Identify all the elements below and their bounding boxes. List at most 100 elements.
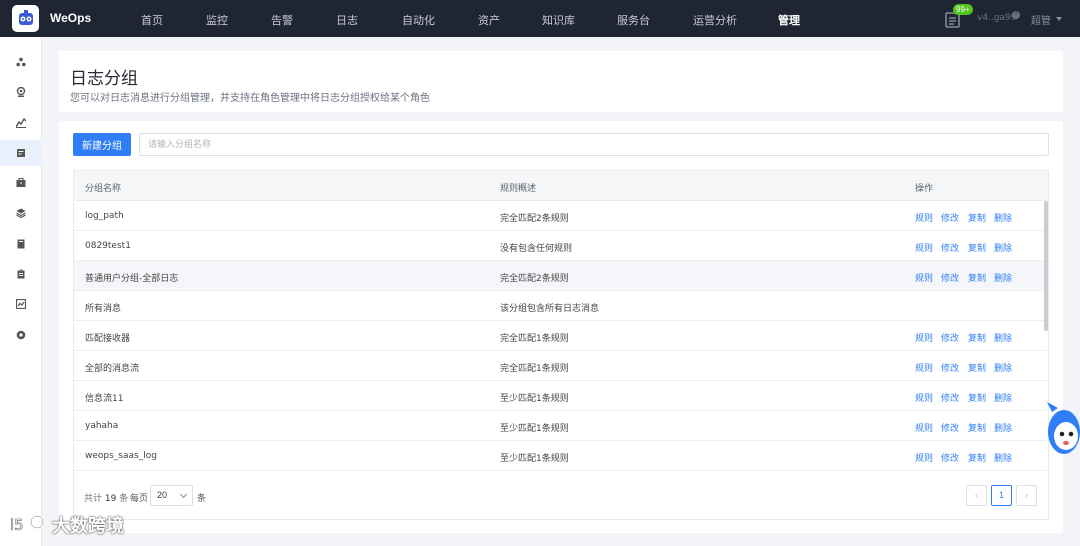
copy-link[interactable]: 复制 xyxy=(968,331,986,344)
nav-analytics[interactable]: 运营分析 xyxy=(693,12,737,28)
edit-link[interactable]: 修改 xyxy=(941,421,959,434)
sidebar-item-box[interactable] xyxy=(0,170,42,196)
edit-link[interactable]: 修改 xyxy=(941,241,959,254)
sidebar-item-settings[interactable] xyxy=(0,322,42,348)
table-row[interactable]: 匹配接收器 完全匹配1条规则 规则 修改 复制 删除 xyxy=(74,321,1046,351)
copy-link[interactable]: 复制 xyxy=(968,211,986,224)
table-scrollbar[interactable] xyxy=(1044,201,1048,331)
edit-link[interactable]: 修改 xyxy=(941,271,959,284)
sidebar-item-monitor[interactable] xyxy=(0,79,42,105)
copy-link[interactable]: 复制 xyxy=(968,241,986,254)
edit-link[interactable]: 修改 xyxy=(941,361,959,374)
group-name-cell: 匹配接收器 xyxy=(85,334,131,344)
cluster-icon xyxy=(16,57,26,67)
rule-summary-cell: 完全匹配1条规则 xyxy=(500,364,569,374)
rules-link[interactable]: 规则 xyxy=(915,241,933,254)
table-row[interactable]: 0829test1 没有包含任何规则 规则 修改 复制 删除 xyxy=(74,231,1046,261)
page-header: 日志分组 您可以对日志消息进行分组管理，并支持在角色管理中将日志分组授权给某个角… xyxy=(59,51,1063,112)
nav-knowledge[interactable]: 知识库 xyxy=(542,12,575,28)
delete-link[interactable]: 删除 xyxy=(994,271,1012,284)
delete-link[interactable]: 删除 xyxy=(994,331,1012,344)
nav-management[interactable]: 管理 xyxy=(778,12,800,28)
robot-logo-icon xyxy=(18,9,33,25)
delete-link[interactable]: 删除 xyxy=(994,421,1012,434)
sidebar-item-layers[interactable] xyxy=(0,200,42,226)
chart-icon xyxy=(16,299,26,309)
sidebar-item-alarm[interactable] xyxy=(0,110,42,136)
log-icon xyxy=(17,149,25,157)
log-group-table: 分组名称 规则概述 操作 log_path 完全匹配2条规则 规则 修改 复制 删除 082… xyxy=(73,170,1049,520)
svg-text:l5: l5 xyxy=(10,516,24,534)
edit-link[interactable]: 修改 xyxy=(941,211,959,224)
nav-log[interactable]: 日志 xyxy=(336,12,358,28)
sidebar-item-cluster[interactable] xyxy=(0,49,42,75)
sidebar-item-clipboard[interactable] xyxy=(0,261,42,287)
delete-link[interactable]: 删除 xyxy=(994,211,1012,224)
rules-link[interactable]: 规则 xyxy=(915,361,933,374)
book-icon xyxy=(17,239,25,249)
nav-assets[interactable]: 资产 xyxy=(478,12,500,28)
edit-link[interactable]: 修改 xyxy=(941,451,959,464)
copy-link[interactable]: 复制 xyxy=(968,451,986,464)
rule-summary-cell: 完全匹配2条规则 xyxy=(500,274,569,284)
watermark: l5 大数跨境 xyxy=(10,512,124,538)
nav-service-desk[interactable]: 服务台 xyxy=(617,12,650,28)
copy-link[interactable]: 复制 xyxy=(968,271,986,284)
clipboard-icon xyxy=(17,269,25,279)
sidebar-item-log[interactable] xyxy=(0,140,42,166)
table-row[interactable]: 普通用户分组-全部日志 完全匹配2条规则 规则 修改 复制 删除 xyxy=(74,261,1046,291)
help-icon[interactable]: ? xyxy=(1012,11,1020,19)
table-row[interactable]: 所有消息 该分组包含所有日志消息 xyxy=(74,291,1046,321)
new-group-button[interactable]: 新建分组 xyxy=(73,133,131,156)
copy-link[interactable]: 复制 xyxy=(968,421,986,434)
gear-icon xyxy=(16,330,26,340)
group-search-input[interactable] xyxy=(139,133,1049,156)
table-row[interactable]: weops_saas_log 至少匹配1条规则 规则 修改 复制 删除 xyxy=(74,441,1046,471)
nav-alert[interactable]: 告警 xyxy=(271,12,293,28)
column-header-actions: 操作 xyxy=(915,184,934,194)
table-row[interactable]: 信息流11 至少匹配1条规则 规则 修改 复制 删除 xyxy=(74,381,1046,411)
page-number-button[interactable]: 1 xyxy=(991,485,1012,506)
edit-link[interactable]: 修改 xyxy=(941,391,959,404)
next-page-button[interactable]: › xyxy=(1016,485,1037,506)
monitor-icon xyxy=(16,87,26,97)
prev-page-button[interactable]: ‹ xyxy=(966,485,987,506)
delete-link[interactable]: 删除 xyxy=(994,391,1012,404)
weops-logo[interactable] xyxy=(12,5,39,32)
edit-link[interactable]: 修改 xyxy=(941,331,959,344)
rule-summary-cell: 完全匹配2条规则 xyxy=(500,214,569,224)
delete-link[interactable]: 删除 xyxy=(994,361,1012,374)
sidebar xyxy=(0,37,42,546)
delete-link[interactable]: 删除 xyxy=(994,451,1012,464)
brand-name: WeOps xyxy=(50,11,92,25)
nav-home[interactable]: 首页 xyxy=(141,12,163,28)
rules-link[interactable]: 规则 xyxy=(915,421,933,434)
group-name-cell: 全部的消息流 xyxy=(85,364,140,374)
nav-automation[interactable]: 自动化 xyxy=(402,12,435,28)
rules-link[interactable]: 规则 xyxy=(915,331,933,344)
chevron-down-icon xyxy=(179,490,188,499)
sidebar-item-book[interactable] xyxy=(0,231,42,257)
table-row[interactable]: log_path 完全匹配2条规则 规则 修改 复制 删除 xyxy=(74,201,1046,231)
rules-link[interactable]: 规则 xyxy=(915,391,933,404)
table-row[interactable]: yahaha 至少匹配1条规则 规则 修改 复制 删除 xyxy=(74,411,1046,441)
rule-summary-cell: 该分组包含所有日志消息 xyxy=(500,304,600,314)
rule-summary-cell: 至少匹配1条规则 xyxy=(500,394,569,404)
assistant-mascot-icon[interactable] xyxy=(1042,398,1080,460)
user-name[interactable]: v4..ga99 xyxy=(977,13,1016,23)
copy-link[interactable]: 复制 xyxy=(968,391,986,404)
page-size-select[interactable]: 20 xyxy=(150,485,193,506)
nav-monitor[interactable]: 监控 xyxy=(206,12,228,28)
group-name-cell: 信息流11 xyxy=(85,394,124,404)
table-row[interactable]: 全部的消息流 完全匹配1条规则 规则 修改 复制 删除 xyxy=(74,351,1046,381)
rules-link[interactable]: 规则 xyxy=(915,211,933,224)
rules-link[interactable]: 规则 xyxy=(915,271,933,284)
sidebar-item-chart[interactable] xyxy=(0,291,42,317)
notification-badge: 99+ xyxy=(953,4,973,15)
copy-link[interactable]: 复制 xyxy=(968,361,986,374)
role-switcher[interactable]: 超管 xyxy=(1031,12,1051,27)
chevron-down-icon[interactable] xyxy=(1056,17,1062,21)
column-header-summary: 规则概述 xyxy=(500,184,537,194)
delete-link[interactable]: 删除 xyxy=(994,241,1012,254)
rules-link[interactable]: 规则 xyxy=(915,451,933,464)
